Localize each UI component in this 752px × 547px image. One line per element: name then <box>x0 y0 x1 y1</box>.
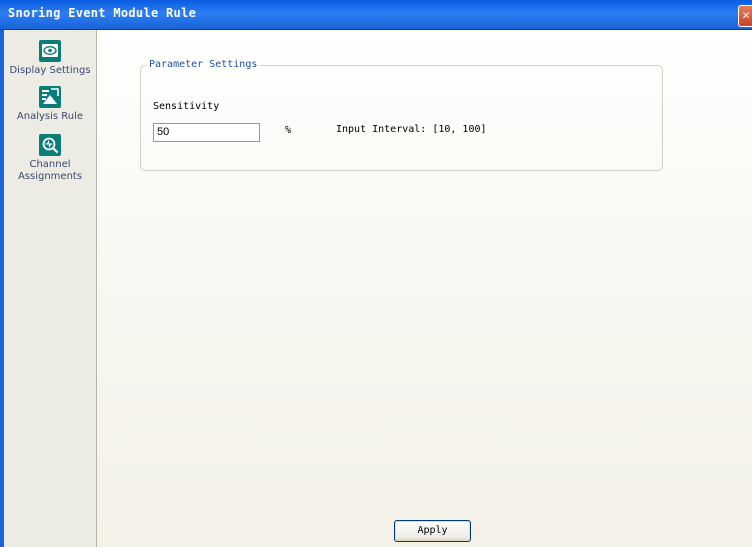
channel-search-icon <box>39 134 61 156</box>
sidebar-item-display-settings[interactable]: Display Settings <box>4 40 96 77</box>
sensitivity-input[interactable]: 50 <box>153 123 260 142</box>
sensitivity-label: Sensitivity <box>153 101 220 112</box>
eye-icon <box>39 40 61 62</box>
sidebar-item-label: Analysis Rule <box>16 111 84 122</box>
sidebar-item-label: Channel Assignments <box>17 159 83 182</box>
main-content: Parameter Settings Sensitivity 50 % Inpu… <box>97 30 752 547</box>
input-interval-label: Input Interval: [10, 100] <box>336 124 487 135</box>
analysis-chart-icon <box>39 86 61 108</box>
sidebar-item-analysis-rule[interactable]: Analysis Rule <box>4 86 96 123</box>
parameter-settings-group: Parameter Settings Sensitivity 50 % Inpu… <box>140 59 663 171</box>
sidebar-item-channel-assignments[interactable]: Channel Assignments <box>4 134 96 183</box>
percent-unit-label: % <box>285 125 292 136</box>
window-title: Snoring Event Module Rule <box>8 6 197 20</box>
title-bar: Snoring Event Module Rule ✕ <box>0 0 752 30</box>
close-icon: ✕ <box>742 8 750 23</box>
apply-button[interactable]: Apply <box>394 520 471 542</box>
close-button[interactable]: ✕ <box>738 5 752 27</box>
sidebar-item-label: Display Settings <box>9 65 91 76</box>
group-title: Parameter Settings <box>146 59 261 70</box>
sidebar: Display Settings Analysis Rule Channel A… <box>4 30 97 547</box>
